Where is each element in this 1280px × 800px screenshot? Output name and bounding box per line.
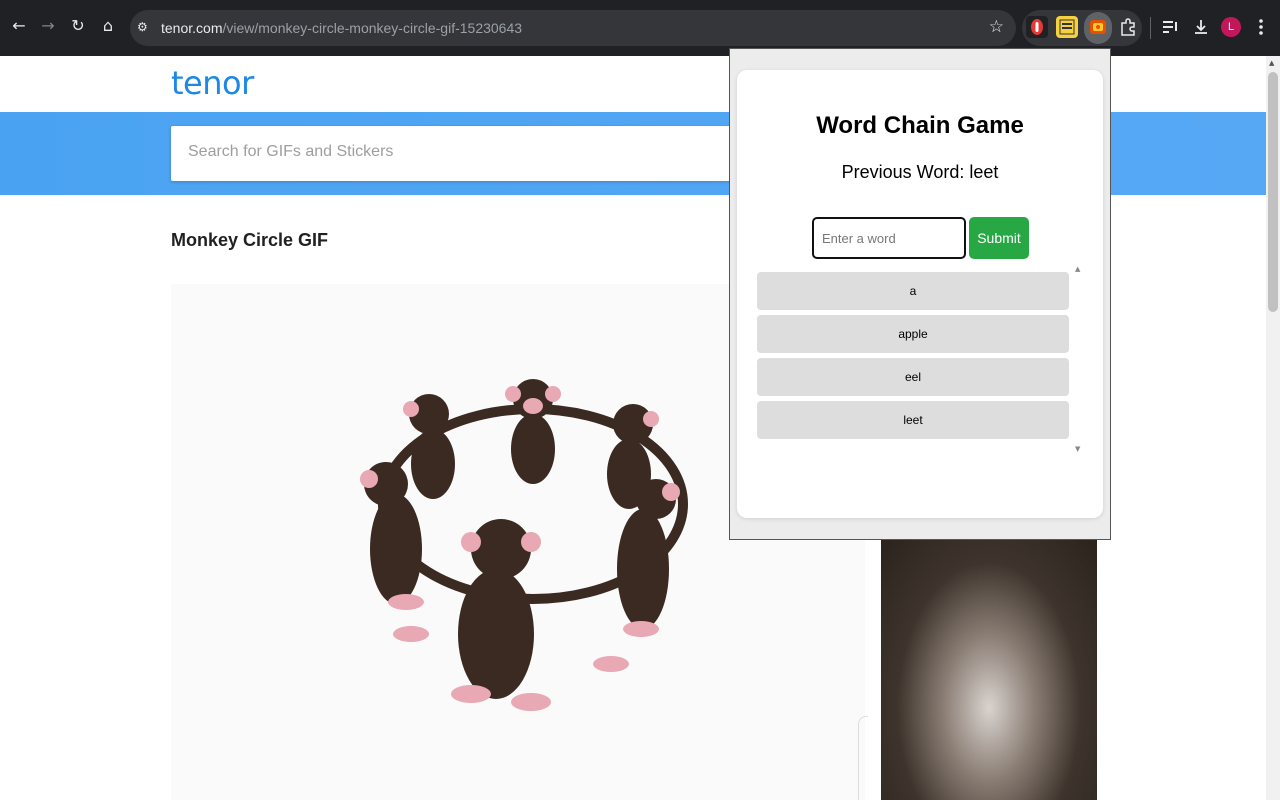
toolbar-divider — [1150, 17, 1151, 39]
list-scroll-up-icon[interactable]: ▲ — [1075, 265, 1080, 273]
scrollbar-thumb[interactable] — [1268, 72, 1278, 312]
extension-red-icon[interactable] — [1026, 16, 1048, 38]
reload-icon[interactable]: ↻ — [67, 14, 89, 36]
address-bar[interactable]: ⚙ tenor.com/view/monkey-circle-monkey-ci… — [130, 10, 1016, 46]
word-chain-extension-icon[interactable] — [1087, 16, 1109, 38]
word-list-item: eel — [757, 358, 1069, 396]
tenor-logo[interactable]: tenor — [171, 64, 254, 102]
side-card-edge — [858, 716, 868, 800]
forward-arrow-icon[interactable]: → — [37, 14, 59, 36]
gif-title: Monkey Circle GIF — [171, 230, 329, 250]
word-list-item: a — [757, 272, 1069, 310]
back-arrow-icon[interactable]: ← — [8, 14, 30, 36]
site-info-icon[interactable]: ⚙ — [137, 20, 153, 36]
word-list-scrollbar[interactable]: ▲ ▼ — [1071, 259, 1085, 459]
extension-yellow-icon[interactable] — [1056, 16, 1078, 38]
page-scrollbar[interactable]: ▲ — [1266, 56, 1280, 800]
home-icon[interactable]: ⌂ — [97, 14, 119, 36]
submit-button[interactable]: Submit — [969, 217, 1029, 259]
list-scroll-down-icon[interactable]: ▼ — [1075, 445, 1080, 453]
url-host: tenor.com — [161, 20, 223, 36]
tenor-search-input[interactable]: Search for GIFs and Stickers — [171, 126, 771, 181]
previous-word: Previous Word: leet — [841, 162, 999, 182]
bookmark-star-icon[interactable]: ☆ — [989, 17, 1004, 37]
game-card: Word Chain Game Previous Word: leet Subm… — [737, 70, 1103, 518]
url-text[interactable]: tenor.com/view/monkey-circle-monkey-circ… — [161, 20, 522, 36]
word-list-item: leet — [757, 401, 1069, 439]
extensions-puzzle-icon[interactable] — [1117, 16, 1139, 38]
game-title: Word Chain Game — [816, 112, 1024, 139]
extension-popup: Word Chain Game Previous Word: leet Subm… — [729, 48, 1111, 540]
url-path: /view/monkey-circle-monkey-circle-gif-15… — [222, 20, 523, 36]
word-list: a apple eel leet — [757, 272, 1070, 444]
download-icon[interactable] — [1190, 16, 1212, 38]
word-list-item: apple — [757, 315, 1069, 353]
search-placeholder: Search for GIFs and Stickers — [188, 143, 394, 160]
side-gif-thumbnail[interactable] — [881, 536, 1097, 800]
profile-avatar[interactable]: L — [1221, 17, 1241, 37]
menu-dots-icon[interactable] — [1250, 16, 1272, 38]
reading-list-icon[interactable] — [1160, 16, 1182, 38]
word-input[interactable] — [812, 217, 966, 259]
scroll-up-arrow-icon[interactable]: ▲ — [1269, 59, 1274, 67]
monkey-figures — [360, 379, 688, 711]
